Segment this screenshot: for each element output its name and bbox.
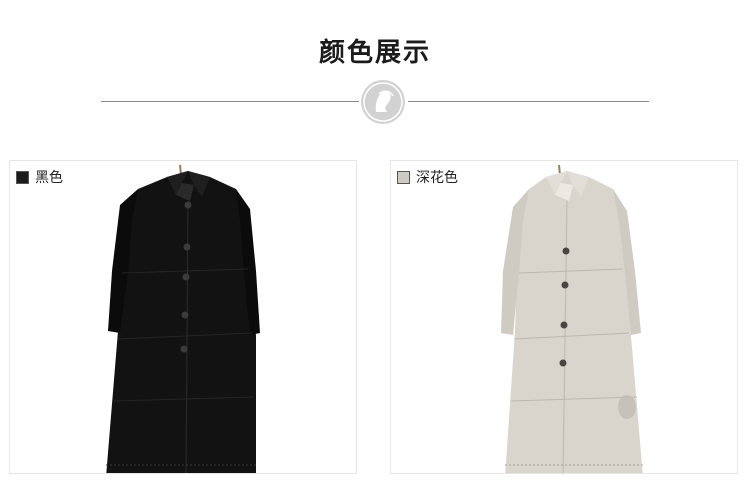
color-card-black[interactable]: 黑色	[9, 160, 357, 474]
divider-line-right	[408, 101, 649, 102]
divider-line-left	[101, 101, 359, 102]
black-coat-image	[106, 164, 260, 473]
section-title: 颜色展示	[318, 38, 431, 68]
color-card-oatmeal[interactable]: 深花色	[390, 160, 738, 474]
oatmeal-coat-image	[501, 164, 643, 473]
brand-emblem-icon	[361, 80, 405, 124]
